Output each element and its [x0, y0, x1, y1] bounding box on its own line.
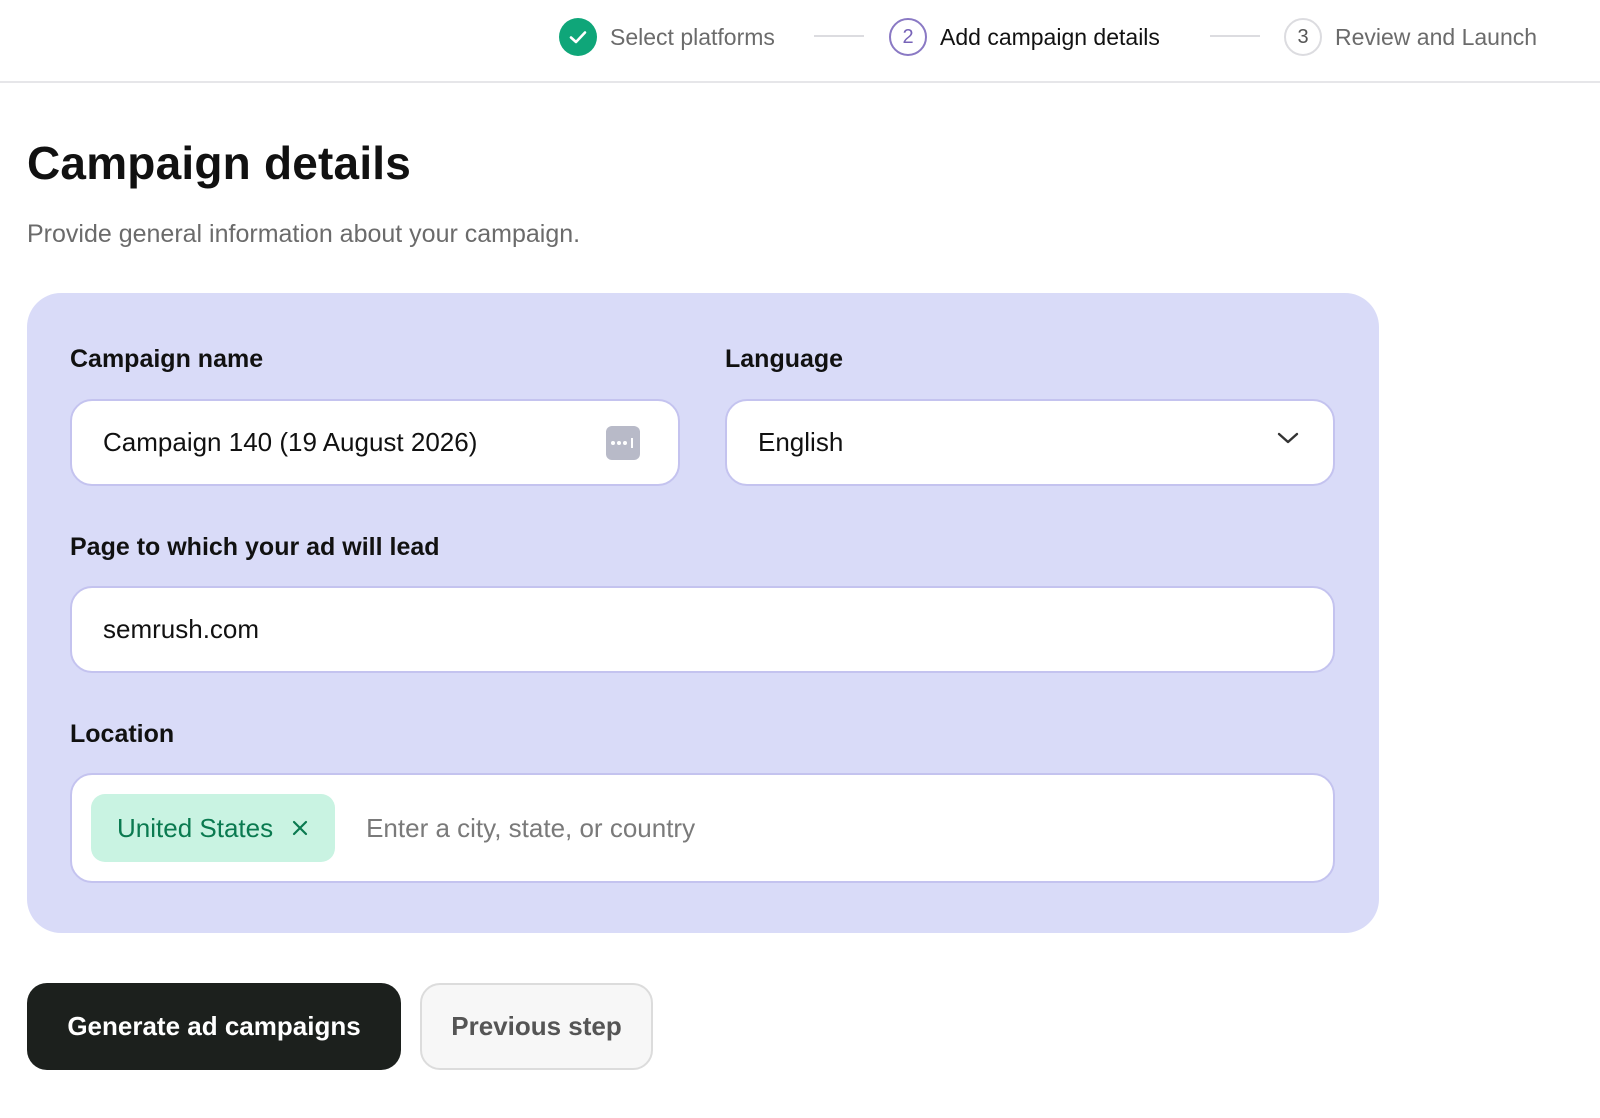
step-number: 2: [889, 18, 927, 56]
step-label: Review and Launch: [1335, 23, 1538, 50]
page-title: Campaign details: [27, 137, 412, 189]
previous-step-button[interactable]: Previous step: [420, 983, 653, 1070]
step-label: Select platforms: [610, 23, 775, 50]
language-select[interactable]: English: [725, 399, 1335, 486]
location-placeholder: Enter a city, state, or country: [366, 812, 696, 843]
landing-page-input[interactable]: semrush.com: [70, 586, 1335, 673]
step-number: 3: [1284, 18, 1322, 56]
password-manager-icon[interactable]: [606, 426, 640, 460]
generate-ad-campaigns-button[interactable]: Generate ad campaigns: [27, 983, 401, 1070]
progress-stepper: Select platforms 2 Add campaign details …: [0, 0, 1600, 83]
chevron-down-icon: [1277, 431, 1299, 450]
check-icon: [559, 18, 597, 56]
location-chip-united-states: United States: [91, 794, 336, 862]
step-label: Add campaign details: [940, 23, 1160, 50]
campaign-name-input[interactable]: Campaign 140 (19 August 2026): [70, 399, 680, 486]
step-connector: [1210, 35, 1260, 37]
landing-page-label: Page to which your ad will lead: [70, 533, 440, 561]
chip-label: United States: [117, 812, 274, 843]
step-add-campaign-details[interactable]: 2 Add campaign details: [889, 17, 1160, 57]
page-subtitle: Provide general information about your c…: [27, 220, 581, 248]
close-icon[interactable]: [291, 819, 309, 837]
landing-page-value: semrush.com: [103, 614, 260, 644]
language-value: English: [758, 427, 844, 457]
campaign-name-label: Campaign name: [70, 345, 264, 373]
location-label: Location: [70, 720, 175, 748]
campaign-name-value: Campaign 140 (19 August 2026): [103, 427, 478, 457]
step-review-and-launch[interactable]: 3 Review and Launch: [1284, 17, 1537, 57]
step-connector: [814, 35, 864, 37]
step-select-platforms[interactable]: Select platforms: [559, 17, 775, 57]
language-label: Language: [725, 345, 844, 373]
location-input[interactable]: United States Enter a city, state, or co…: [70, 773, 1335, 883]
campaign-form-panel: Campaign name Campaign 140 (19 August 20…: [27, 293, 1379, 933]
